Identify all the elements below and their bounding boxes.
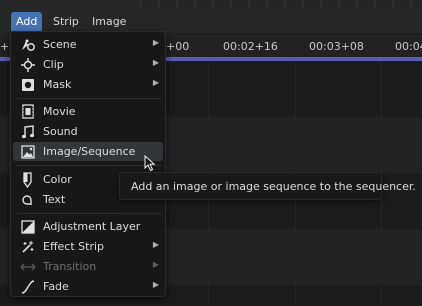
menu-image[interactable]: Image: [87, 12, 131, 31]
submenu-arrow-icon: ▶: [152, 260, 159, 269]
menu-item-label: Color: [43, 173, 72, 186]
header-hatch: [140, 0, 422, 8]
menu-item-effect-strip[interactable]: Effect Strip ▶: [13, 237, 163, 256]
sound-icon: [19, 124, 37, 140]
menu-item-movie[interactable]: Movie: [13, 102, 163, 121]
transition-icon: [19, 259, 37, 275]
movie-icon: [19, 104, 37, 120]
menu-strip[interactable]: Strip: [48, 12, 84, 31]
image-icon: [19, 144, 37, 160]
menu-item-label: Scene: [43, 38, 77, 51]
menu-item-label: Transition: [43, 260, 97, 273]
menu-item-mask[interactable]: Mask ▶: [13, 75, 163, 94]
menu-item-label: Clip: [43, 58, 64, 71]
submenu-arrow-icon: ▶: [152, 38, 159, 47]
effect-strip-icon: [19, 239, 37, 255]
tick-label: 00:04: [395, 40, 422, 53]
add-menu-dropdown: Scene ▶ Clip ▶ Mask ▶ Movie Sound Image/…: [10, 31, 166, 297]
submenu-arrow-icon: ▶: [152, 280, 159, 289]
menu-item-scene[interactable]: Scene ▶: [13, 35, 163, 54]
submenu-arrow-icon: ▶: [152, 58, 159, 67]
menu-item-label: Adjustment Layer: [43, 220, 141, 233]
menu-separator: [17, 98, 161, 99]
menu-item-label: Fade: [43, 280, 69, 293]
mouse-cursor-icon: [144, 155, 156, 172]
menu-add[interactable]: Add: [11, 12, 43, 31]
submenu-arrow-icon: ▶: [152, 78, 159, 87]
menu-item-label: Effect Strip: [43, 240, 105, 253]
fade-icon: [19, 279, 37, 295]
text-icon: [19, 192, 37, 208]
menu-item-transition: Transition ▶: [13, 257, 163, 276]
tick-label: +00: [166, 40, 190, 53]
menu-item-label: Movie: [43, 105, 76, 118]
color-icon: [19, 171, 37, 188]
scene-icon: [19, 37, 37, 53]
menu-item-image-sequence[interactable]: Image/Sequence: [13, 142, 163, 161]
clip-icon: [19, 57, 37, 73]
tooltip: Add an image or image sequence to the se…: [119, 172, 416, 200]
menu-separator: [17, 165, 161, 166]
submenu-arrow-icon: ▶: [152, 240, 159, 249]
menu-item-label: Text: [43, 193, 66, 206]
adjustment-layer-icon: [19, 219, 37, 235]
tick-label: 00:03+08: [309, 40, 364, 53]
menu-item-sound[interactable]: Sound: [13, 122, 163, 141]
tick-label: 00:02+16: [223, 40, 278, 53]
menu-item-label: Image/Sequence: [43, 145, 136, 158]
menu-item-clip[interactable]: Clip ▶: [13, 55, 163, 74]
menu-item-label: Mask: [43, 78, 72, 91]
mask-icon: [19, 77, 37, 93]
menu-item-adjustment-layer[interactable]: Adjustment Layer: [13, 217, 163, 236]
menu-item-fade[interactable]: Fade ▶: [13, 277, 163, 296]
menu-item-label: Sound: [43, 125, 78, 138]
menu-separator: [17, 213, 161, 214]
